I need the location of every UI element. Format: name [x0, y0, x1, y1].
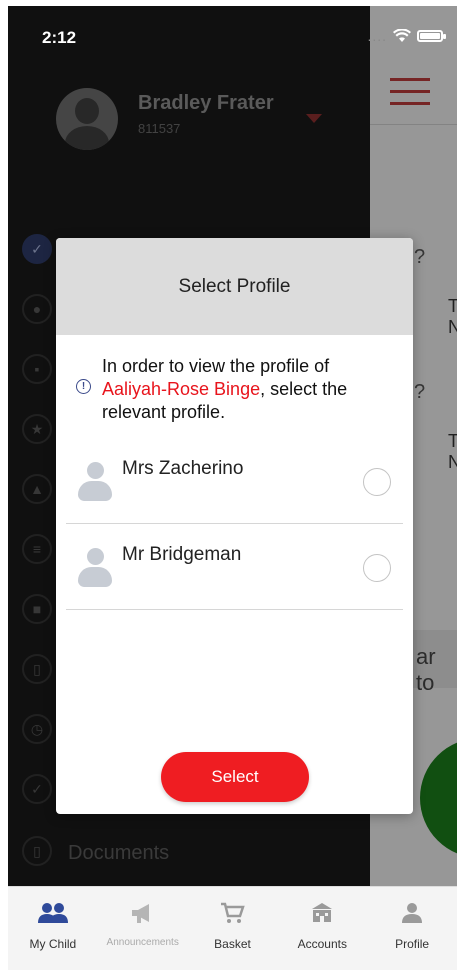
building-icon: [309, 899, 335, 927]
status-time: 2:12: [42, 28, 77, 47]
profile-option[interactable]: Mrs Zacherino: [66, 438, 403, 524]
dialog-header: Select Profile: [56, 238, 413, 335]
tab-accounts[interactable]: Accounts: [277, 887, 367, 970]
dialog-title: Select Profile: [178, 275, 291, 297]
tab-label: Profile: [395, 937, 430, 951]
tab-profile[interactable]: Profile: [367, 887, 457, 970]
profile-name: Mr Bridgeman: [122, 544, 242, 565]
message-prefix: In order to view the profile of: [102, 356, 330, 376]
person-icon: [78, 548, 112, 588]
wifi-icon: [393, 29, 411, 43]
cart-icon: [219, 899, 246, 927]
bottom-tab-bar: My Child Announcements Basket Accounts P…: [8, 886, 457, 970]
tab-label: Accounts: [297, 937, 347, 951]
profile-radio[interactable]: [363, 468, 391, 496]
info-icon: !: [76, 379, 91, 394]
profile-option[interactable]: Mr Bridgeman: [66, 524, 403, 610]
battery-icon: [417, 30, 446, 42]
person-icon: [400, 899, 424, 927]
select-button[interactable]: Select: [161, 752, 309, 802]
dialog-message: ! In order to view the profile of Aaliya…: [56, 335, 413, 424]
app-screen: ? TN ? TN ar to Bradley Frater 811537 ✓ …: [8, 6, 457, 970]
status-bar: 2:12 ....: [8, 6, 457, 66]
person-icon: [78, 462, 112, 502]
tab-basket[interactable]: Basket: [188, 887, 278, 970]
profile-name: Mrs Zacherino: [122, 458, 244, 479]
tab-label: Announcements: [106, 937, 179, 948]
tab-label: My Child: [29, 937, 77, 951]
select-profile-dialog: Select Profile ! In order to view the pr…: [56, 238, 413, 814]
tab-my-child[interactable]: My Child: [8, 887, 98, 970]
tab-announcements[interactable]: Announcements: [98, 887, 188, 970]
megaphone-icon: [129, 899, 157, 927]
child-name: Aaliyah-Rose Binge: [102, 379, 261, 399]
tab-label: Basket: [214, 937, 251, 951]
people-icon: [36, 899, 70, 927]
profile-radio[interactable]: [363, 554, 391, 582]
signal-icon: ....: [367, 28, 387, 44]
